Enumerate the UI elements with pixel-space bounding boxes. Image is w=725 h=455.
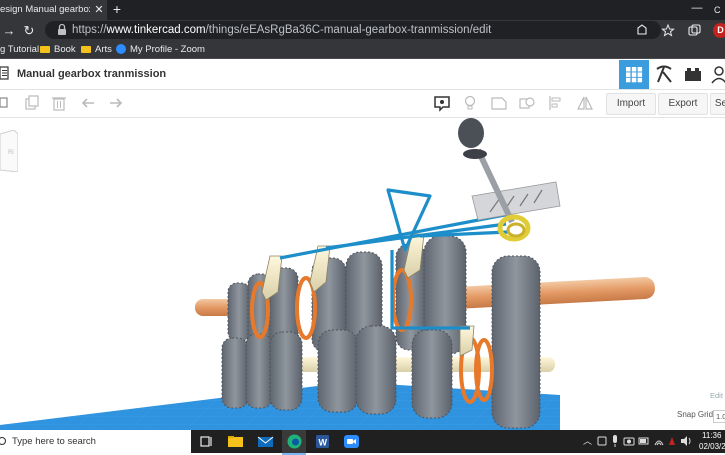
undo-icon[interactable] <box>80 94 96 112</box>
bookmark-label: Book <box>54 44 76 55</box>
browser-tab-title: esign Manual gearbox transmission <box>0 4 90 15</box>
taskbar-clock-date[interactable]: 02/03/20 <box>699 441 725 452</box>
align-icon[interactable] <box>547 94 565 112</box>
user-icon[interactable] <box>708 60 725 89</box>
new-tab-button[interactable]: + <box>110 0 124 20</box>
search-icon <box>0 436 7 446</box>
browser-tab[interactable]: esign Manual gearbox transmission <box>0 0 107 20</box>
send-to-button[interactable]: Se <box>710 93 725 115</box>
gearbox-3d-model[interactable] <box>0 118 725 430</box>
tab-close-icon[interactable]: ✕ <box>93 0 105 20</box>
bookmark-zoom-profile[interactable]: My Profile - Zoom <box>116 41 205 58</box>
snap-grid-label: Snap Grid <box>677 410 714 419</box>
url-prefix: https:// <box>72 24 107 36</box>
view-cube[interactable]: Ri <box>0 130 18 172</box>
bookmark-book[interactable]: Book <box>40 41 76 58</box>
collections-icon[interactable] <box>686 20 702 41</box>
tray-battery-icon[interactable] <box>638 434 650 448</box>
menu-icon[interactable] <box>0 66 9 80</box>
profile-avatar[interactable]: D <box>713 23 725 38</box>
svg-text:Ri: Ri <box>8 150 14 156</box>
edit-grid-button[interactable]: Edit <box>710 391 723 400</box>
codeblocks-bricks-icon[interactable] <box>679 60 707 89</box>
url-text[interactable]: https://www.tinkercad.com/things/eEAsRgB… <box>72 21 491 39</box>
redo-icon[interactable] <box>108 94 124 112</box>
window-control-partial[interactable]: C <box>714 0 725 20</box>
lock-icon[interactable] <box>56 21 68 39</box>
bookmark-label: g Tutorial <box>0 44 40 55</box>
workplane-canvas[interactable] <box>0 118 725 430</box>
tray-chevron-icon[interactable]: ︿ <box>582 430 593 453</box>
bookmark-arts[interactable]: Arts <box>81 41 112 58</box>
browser-tab-strip <box>0 0 725 20</box>
file-explorer-icon[interactable] <box>226 432 245 451</box>
output-shaft[interactable] <box>450 277 656 310</box>
favorite-icon[interactable] <box>660 20 676 41</box>
svg-text:W: W <box>319 438 328 448</box>
tray-network-icon[interactable] <box>597 434 607 448</box>
circuits-pickaxe-icon[interactable] <box>650 60 678 89</box>
url-path: /things/eEAsRgBa36C-manual-gearbox-tranm… <box>205 24 492 36</box>
tray-alert-icon[interactable] <box>668 434 676 448</box>
export-button[interactable]: Export <box>658 93 708 115</box>
read-aloud-icon[interactable] <box>634 20 650 41</box>
duplicate-icon[interactable] <box>23 94 41 112</box>
folder-icon <box>40 46 50 53</box>
import-button[interactable]: Import <box>606 93 656 115</box>
tray-volume-icon[interactable] <box>680 434 692 448</box>
bookmark-label: My Profile - Zoom <box>130 44 205 55</box>
reload-button[interactable]: ↻ <box>20 20 38 41</box>
tray-wifi-icon[interactable] <box>653 434 665 448</box>
bookmark-label: Arts <box>95 44 112 55</box>
design-title[interactable]: Manual gearbox tranmission <box>17 59 166 89</box>
taskbar-clock-time[interactable]: 11:36 <box>702 430 725 441</box>
bookmark-tutorial[interactable]: g Tutorial <box>0 41 39 58</box>
forward-button[interactable]: → <box>0 20 18 41</box>
task-view-icon[interactable] <box>197 432 216 451</box>
edge-icon[interactable] <box>285 432 304 451</box>
shape-icon[interactable] <box>490 94 508 112</box>
lower-gears[interactable] <box>221 325 453 419</box>
zoom-icon <box>116 44 126 54</box>
url-host: www.tinkercad.com <box>106 24 206 36</box>
notes-icon[interactable] <box>433 94 451 112</box>
tray-camera-icon[interactable] <box>623 434 635 448</box>
tray-mic-icon[interactable] <box>610 434 620 448</box>
zoom-icon[interactable] <box>342 432 361 451</box>
mail-icon[interactable] <box>256 432 275 451</box>
word-icon[interactable]: W <box>313 432 332 451</box>
3d-design-icon <box>626 67 643 83</box>
copy-icon[interactable] <box>0 94 10 112</box>
folder-icon <box>81 46 91 53</box>
delete-icon[interactable] <box>51 94 67 112</box>
taskbar-search-placeholder: Type here to search <box>12 436 96 447</box>
group-icon[interactable] <box>518 94 536 112</box>
mirror-icon[interactable] <box>576 94 594 112</box>
light-bulb-icon[interactable] <box>462 94 478 112</box>
3d-design-button[interactable] <box>619 60 649 89</box>
snap-grid-select[interactable]: 1.0 <box>713 410 725 423</box>
window-minimize-button[interactable]: — <box>690 0 704 20</box>
